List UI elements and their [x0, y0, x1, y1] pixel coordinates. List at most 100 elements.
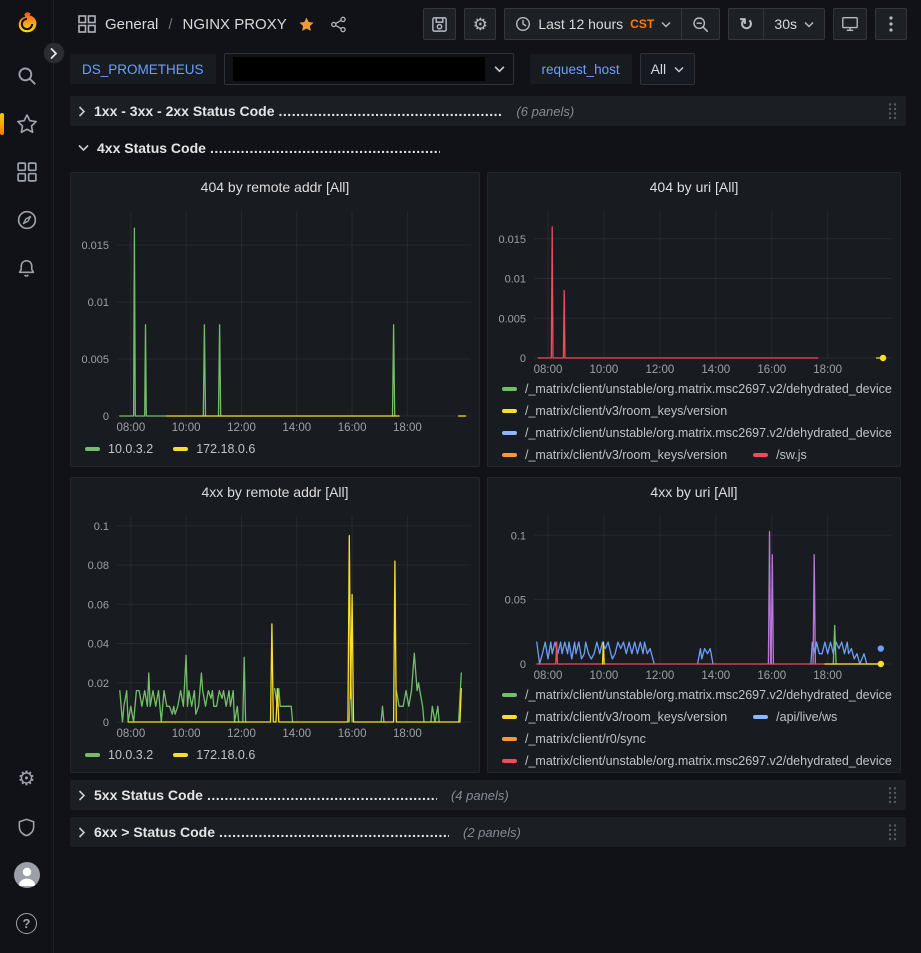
refresh-group: ↻ 30s: [728, 8, 825, 40]
active-section-indicator: [0, 113, 4, 135]
svg-text:14:00: 14:00: [701, 670, 730, 682]
dashboard-canvas: 1xx - 3xx - 2xx Status Code ............…: [54, 96, 921, 847]
sidebar-item-dashboards[interactable]: [13, 158, 41, 186]
search-icon: [16, 65, 38, 87]
sidebar-item-help[interactable]: ?: [13, 909, 41, 937]
sidebar-item-profile[interactable]: [13, 861, 41, 889]
sidebar-item-starred[interactable]: [13, 110, 41, 138]
time-series-chart: 08:0010:0012:0014:0016:0018:0000.0050.01…: [71, 201, 479, 436]
legend-item[interactable]: /_matrix/client/unstable/org.matrix.msc2…: [502, 688, 892, 702]
sidebar-expand-button[interactable]: [43, 42, 65, 64]
svg-text:0.1: 0.1: [94, 521, 109, 533]
panel-title[interactable]: 4xx by remote addr [All]: [71, 478, 479, 506]
sidebar-item-explore[interactable]: [13, 206, 41, 234]
svg-text:18:00: 18:00: [393, 422, 422, 434]
svg-text:16:00: 16:00: [338, 728, 367, 740]
panel-4xx-by-remote-addr: 4xx by remote addr [All] 08:0010:0012:00…: [70, 477, 480, 773]
legend-item[interactable]: /_matrix/client/unstable/org.matrix.msc2…: [502, 426, 892, 440]
sidebar-item-alerting[interactable]: [13, 254, 41, 282]
row-header-4xx[interactable]: 4xx Status Code ........................…: [70, 134, 906, 162]
cycle-view-mode-button[interactable]: [833, 8, 867, 40]
legend-item[interactable]: 10.0.3.2: [85, 748, 153, 762]
time-picker-group: Last 12 hours CST: [504, 8, 720, 40]
legend-label: /_matrix/client/unstable/org.matrix.msc2…: [525, 754, 892, 768]
chart-plot-area[interactable]: 08:0010:0012:0014:0016:0018:0000.0050.01…: [488, 201, 900, 378]
chart-legend: 10.0.3.2 172.18.0.6: [71, 436, 479, 466]
legend-item[interactable]: /api/live/ws: [753, 710, 837, 724]
legend-item[interactable]: /_matrix/client/unstable/org.matrix.msc2…: [502, 754, 892, 768]
row-title-dots: ........................................…: [279, 103, 503, 119]
chart-plot-area[interactable]: 08:0010:0012:0014:0016:0018:0000.020.040…: [71, 506, 479, 742]
share-icon[interactable]: [330, 16, 347, 33]
legend-row: 10.0.3.2 172.18.0.6: [85, 742, 471, 768]
legend-item[interactable]: /_matrix/client/unstable/org.matrix.msc2…: [502, 382, 892, 396]
chevron-down-icon: [494, 65, 505, 73]
panel-title[interactable]: 404 by uri [All]: [488, 173, 900, 201]
svg-text:18:00: 18:00: [813, 364, 842, 376]
legend-item[interactable]: 10.0.3.2: [85, 442, 153, 456]
panel-title[interactable]: 404 by remote addr [All]: [71, 173, 479, 201]
row-panel-count: (6 panels): [516, 104, 574, 119]
chart-plot-area[interactable]: 08:0010:0012:0014:0016:0018:0000.050.1: [488, 506, 900, 684]
svg-text:08:00: 08:00: [116, 728, 145, 740]
host-variable-select[interactable]: All: [640, 53, 696, 85]
legend-item[interactable]: /_matrix/client/r0/sync: [502, 732, 646, 746]
row-header-1xx-3xx-2xx[interactable]: 1xx - 3xx - 2xx Status Code ............…: [70, 96, 906, 126]
dashboard-settings-button[interactable]: ⚙: [464, 8, 496, 40]
bell-icon: [16, 258, 37, 279]
svg-text:0.05: 0.05: [505, 595, 526, 607]
chevron-right-icon: [78, 827, 86, 838]
refresh-button[interactable]: ↻: [729, 9, 763, 39]
svg-text:0: 0: [520, 659, 526, 671]
legend-item[interactable]: /_matrix/client/v3/room_keys/version: [502, 710, 727, 724]
legend-swatch: [173, 447, 188, 451]
row-drag-handle[interactable]: [887, 786, 898, 805]
time-range-picker[interactable]: Last 12 hours CST: [505, 9, 681, 39]
monitor-icon: [841, 15, 859, 33]
legend-swatch: [85, 447, 100, 451]
refresh-interval-picker[interactable]: 30s: [763, 9, 824, 39]
zoom-out-time-button[interactable]: [681, 9, 719, 39]
sidebar-item-server-admin[interactable]: [13, 813, 41, 841]
legend-item[interactable]: 172.18.0.6: [173, 748, 255, 762]
legend-swatch: [502, 409, 517, 413]
grafana-logo[interactable]: [13, 10, 41, 38]
row-drag-handle[interactable]: [887, 102, 898, 121]
legend-row: /_matrix/client/r0/sync: [502, 728, 892, 750]
legend-item[interactable]: 172.18.0.6: [173, 442, 255, 456]
datasource-variable-select[interactable]: [224, 53, 514, 85]
host-variable-label[interactable]: request_host: [530, 54, 632, 84]
legend-swatch: [502, 453, 517, 457]
panel-4xx-by-uri: 4xx by uri [All] 08:0010:0012:0014:0016:…: [487, 477, 901, 773]
svg-text:16:00: 16:00: [757, 364, 786, 376]
breadcrumb-dashboard-title[interactable]: NGINX PROXY: [183, 16, 287, 33]
row-drag-handle[interactable]: [887, 823, 898, 842]
panel-title[interactable]: 4xx by uri [All]: [488, 478, 900, 506]
legend-label: 10.0.3.2: [108, 442, 153, 456]
legend-label: /api/live/ws: [776, 710, 837, 724]
favorite-star-icon[interactable]: [298, 16, 315, 33]
row-header-6xx[interactable]: 6xx > Status Code ......................…: [70, 817, 906, 847]
more-options-button[interactable]: [875, 8, 907, 40]
row-title: 6xx > Status Code: [94, 824, 215, 840]
breadcrumb-section[interactable]: General: [105, 16, 158, 33]
sidebar-item-settings[interactable]: ⚙: [13, 765, 41, 793]
legend-label: /_matrix/client/v3/room_keys/version: [525, 448, 727, 462]
legend-item[interactable]: /_matrix/client/v3/room_keys/version: [502, 404, 727, 418]
save-dashboard-button[interactable]: [423, 8, 456, 40]
legend-swatch: [753, 453, 768, 457]
dashboards-grid-icon: [17, 162, 37, 182]
row-title-dots: ........................................…: [207, 787, 437, 803]
row-header-5xx[interactable]: 5xx Status Code ........................…: [70, 780, 906, 810]
legend-row: /_matrix/client/v3/room_keys/version: [502, 400, 892, 422]
legend-item[interactable]: /_matrix/client/v3/room_keys/version: [502, 448, 727, 462]
svg-text:12:00: 12:00: [645, 364, 674, 376]
legend-row: /_matrix/client/v3/room_keys/version/sw.…: [502, 444, 892, 466]
legend-label: /sw.js: [776, 448, 807, 462]
svg-text:0.08: 0.08: [88, 560, 109, 572]
legend-swatch: [753, 715, 768, 719]
chart-plot-area[interactable]: 08:0010:0012:0014:0016:0018:0000.0050.01…: [71, 201, 479, 436]
sidebar-item-search[interactable]: [13, 62, 41, 90]
legend-item[interactable]: /sw.js: [753, 448, 807, 462]
datasource-variable-label[interactable]: DS_PROMETHEUS: [70, 54, 216, 84]
